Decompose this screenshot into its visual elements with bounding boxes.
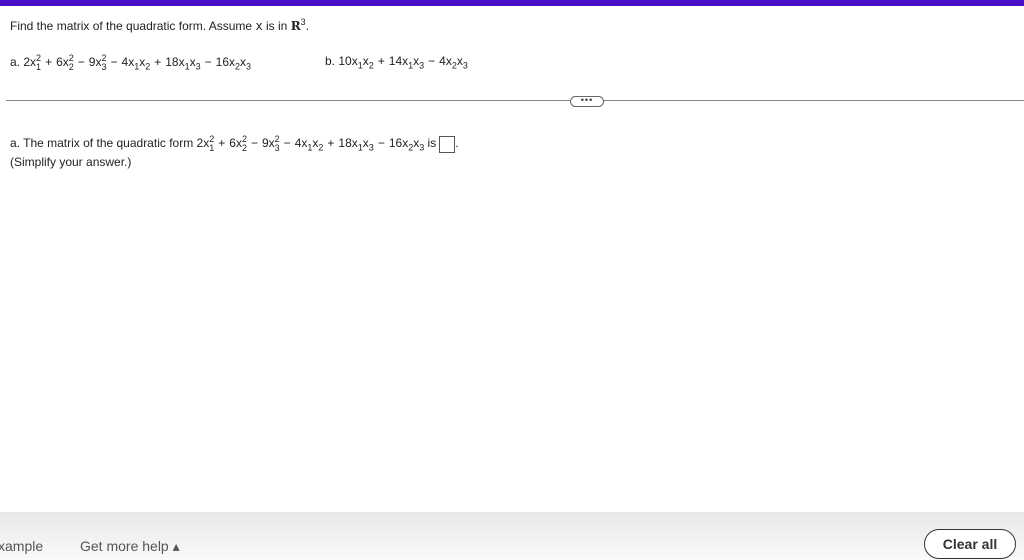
real-set-symbol: R [290,19,301,33]
title-text: Find the matrix of the quadratic form. A… [10,19,256,33]
subscript: 3 [101,62,107,72]
part-b-prompt: b. 10x1x2 +14x1x3−4x2x3 [325,54,468,71]
coefficient: 14 [388,54,403,68]
subscript: 2 [368,60,374,71]
sub-sup: 22 [69,54,74,72]
sub-sup: 23 [101,54,106,72]
operator: + [377,54,385,68]
operator: − [377,136,385,151]
part-a-prompt: a. 2x 2 1 +6x 2 2−9x 2 3−4x1x2 +18x1x3−16x2x3 [10,54,251,72]
sub-sup: 21 [36,54,41,72]
part-b-label: b. [325,54,336,68]
answer-suffix: is [424,136,437,151]
coefficient: 16 [388,136,403,151]
coefficient: 6 [56,55,63,70]
operator: − [110,55,118,70]
coefficient: 10 [338,54,352,68]
subscript: 3 [195,61,201,72]
subscript: 2 [241,143,247,153]
coefficient: 18 [165,55,179,70]
coefficient: 16 [215,55,230,70]
subscript: 3 [368,142,374,153]
answer-prefix: a. The matrix of the quadratic form [10,136,197,151]
clear-all-button[interactable]: Clear all [924,529,1016,559]
operator: + [45,55,53,70]
operator: + [218,136,226,151]
answer-a-prompt: a. The matrix of the quadratic form 2x 2 1… [10,135,459,153]
part-a-expression: 2x 2 1 +6x 2 2−9x 2 3−4x1x2 +18x1x3−16x2x3 [23,54,252,72]
title-end: . [305,19,310,33]
coefficient: 18 [338,136,352,151]
sub-sup: 21 [209,135,214,153]
part-b-expression: 10x1x2 +14x1x3−4x2x3 [338,54,468,71]
sub-sup: 22 [242,135,247,153]
subscript: 1 [209,143,215,153]
operator: + [327,136,335,151]
title-text-mid: is in [262,19,291,33]
expand-more-button[interactable]: ••• [570,96,604,107]
answer-end: . [455,136,459,151]
top-accent-bar [0,0,1024,6]
subscript: 1 [36,62,42,72]
coefficient: 6 [229,136,236,151]
get-more-help-link[interactable]: Get more help ▴ [80,538,180,555]
subscript: 2 [145,61,151,72]
title-variable: x [255,19,263,33]
question-title: Find the matrix of the quadratic form. A… [10,18,310,34]
matrix-answer-input[interactable] [439,135,456,153]
subscript: 2 [68,62,74,72]
answer-expression: 2x 2 1 +6x 2 2−9x 2 3−4x1x2 +18x1x3−16x2x3 [197,135,425,153]
subscript: 3 [462,60,468,71]
coefficient: 9 [261,136,269,151]
operator: + [154,55,162,70]
operator: − [250,136,258,151]
operator: − [77,55,85,70]
sub-sup: 23 [275,135,280,153]
simplify-hint: (Simplify your answer.) [10,155,132,169]
part-a-label: a. [10,55,21,70]
coefficient: 4 [439,54,446,68]
operator: − [428,54,436,68]
view-example-link[interactable]: xample [0,538,43,554]
subscript: 3 [419,60,425,71]
operator: − [204,55,212,70]
operator: − [283,136,291,151]
subscript: 3 [274,143,280,153]
subscript: 2 [318,142,324,153]
subscript: 3 [246,61,252,72]
footer-bar: xample Get more help ▴ Clear all [0,512,1024,560]
divider [6,100,1024,101]
